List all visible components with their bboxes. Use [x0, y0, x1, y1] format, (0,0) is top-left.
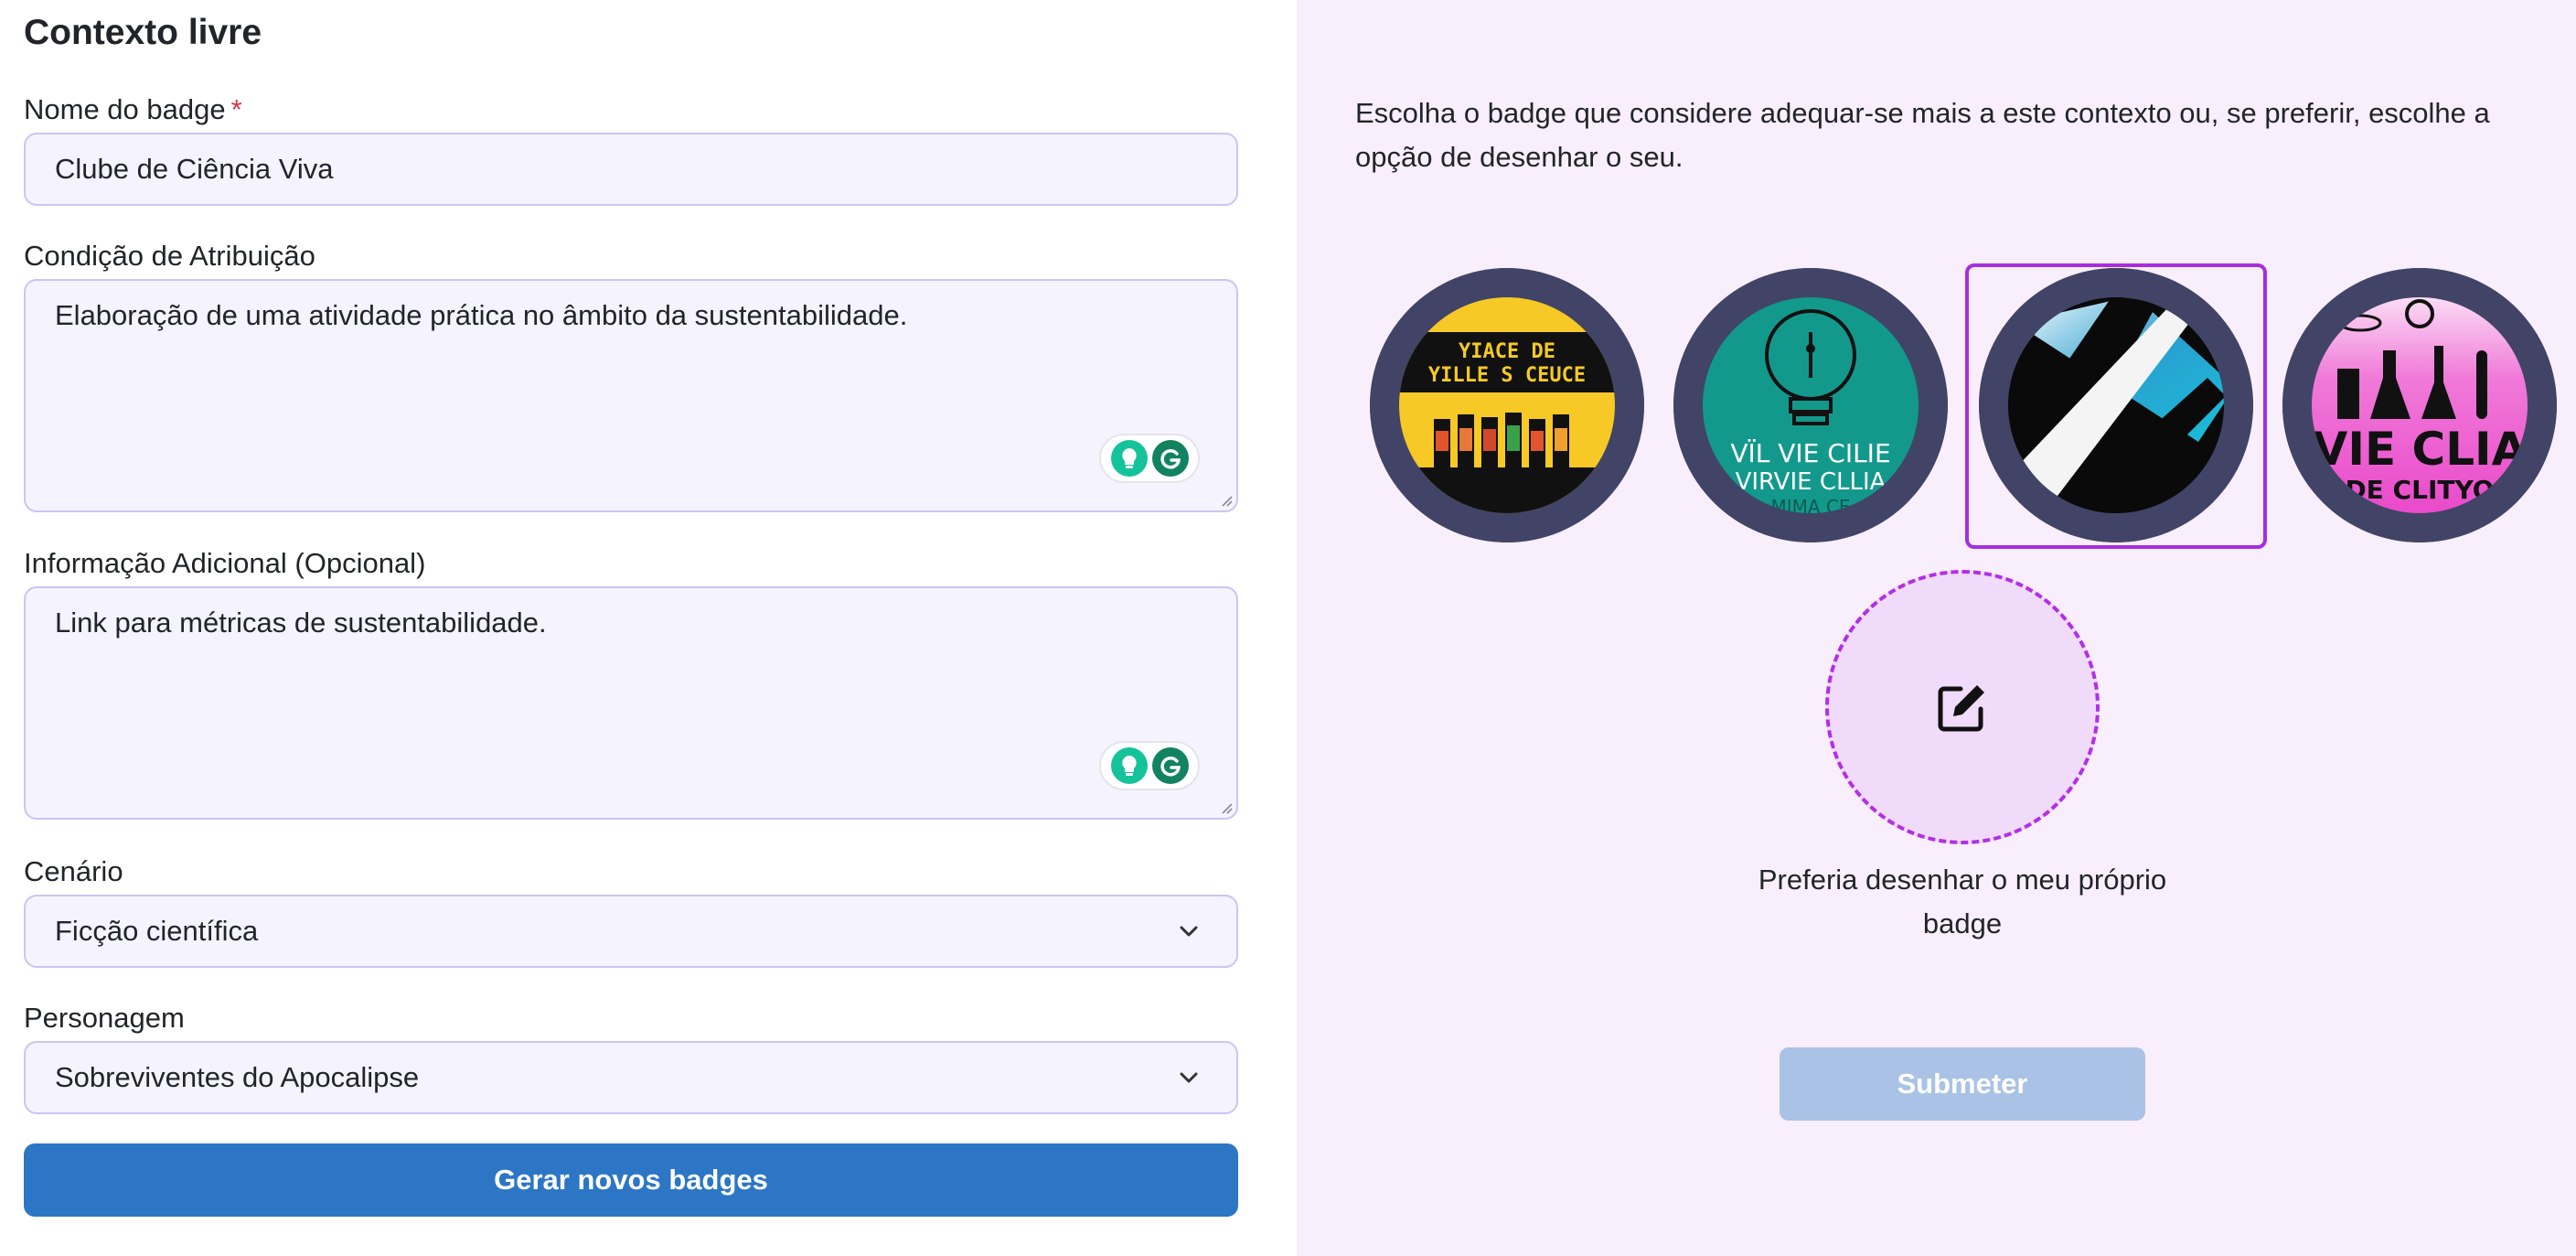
badge-chooser-panel: Escolha o badge que considere adequar-se… [1297, 0, 2576, 1256]
draw-own-badge-label: Preferia desenhar o meu próprio badge [1758, 864, 2167, 939]
badge-1-line-1: YIACE DE [1459, 340, 1555, 363]
badge-1-line-2: YILLE S CEUCE [1428, 364, 1586, 387]
character-value: Sobreviventes do Apocalipse [55, 1061, 420, 1093]
chooser-instructions: Escolha o badge que considere adequar-se… [1355, 97, 2490, 173]
badge-4-line-1: VIE CLIA [2313, 423, 2528, 476]
badge-option-2[interactable]: VÏL VIE CILIE VIRVIE CLLIA MIMA CE [1673, 268, 1948, 542]
badge-image-3 [1979, 268, 2253, 542]
submit-button[interactable]: Submeter [1780, 1047, 2145, 1121]
badge-2-line-2: VIRVIE CLLIA [1736, 468, 1887, 496]
character-label: Personagem [24, 1002, 185, 1034]
additional-info-textarea[interactable]: Link para métricas de sustentabilidade. [24, 586, 1238, 820]
bulb-icon[interactable] [1110, 440, 1148, 477]
character-select[interactable]: Sobreviventes do Apocalipse [24, 1041, 1238, 1114]
condition-textarea[interactable]: Elaboração de uma atividade prática no â… [24, 279, 1238, 512]
badge-option-3[interactable] [1979, 268, 2253, 542]
scenario-label: Cenário [24, 855, 123, 887]
badge-form: Contexto livre Nome do badge * Clube de C… [0, 0, 1297, 1256]
badge-2-line-1: VÏL VIE CILIE [1730, 438, 1890, 468]
grammarly-widget[interactable] [1099, 741, 1200, 790]
edit-icon [1938, 685, 1984, 732]
required-mark: * [230, 93, 242, 125]
condition-value: Elaboração de uma atividade prática no â… [55, 299, 908, 331]
badge-name-label: Nome do badge * [24, 93, 242, 125]
additional-info-value: Link para métricas de sustentabilidade. [55, 607, 547, 639]
badge-name-value: Clube de Ciência Viva [55, 153, 334, 185]
grammarly-icon[interactable] [1151, 440, 1189, 477]
resize-handle-icon[interactable] [1218, 492, 1233, 507]
bulb-icon[interactable] [1110, 747, 1148, 784]
resize-handle-icon[interactable] [1218, 800, 1233, 814]
badge-option-1[interactable]: YIACE DE YILLE S CEUCE [1370, 268, 1644, 542]
badge-image-2: VÏL VIE CILIE VIRVIE CLLIA MIMA CE [1673, 268, 1948, 542]
grammarly-icon[interactable] [1151, 747, 1189, 784]
badge-option-4[interactable]: VIE CLIA DE CLITYO [2282, 268, 2557, 542]
page-title: Contexto livre [24, 13, 262, 52]
chevron-down-icon [1170, 1059, 1207, 1096]
badge-image-1: YIACE DE YILLE S CEUCE [1370, 268, 1644, 542]
scenario-select[interactable]: Ficção científica [24, 895, 1238, 968]
condition-label: Condição de Atribuição [24, 240, 315, 272]
chevron-down-icon [1170, 913, 1207, 950]
additional-info-label: Informação Adicional (Opcional) [24, 547, 426, 579]
scenario-value: Ficção científica [55, 915, 259, 947]
draw-own-badge-button[interactable] [1825, 570, 2100, 844]
badge-name-input[interactable]: Clube de Ciência Viva [24, 133, 1238, 206]
badge-image-4: VIE CLIA DE CLITYO [2282, 268, 2557, 542]
grammarly-widget[interactable] [1099, 434, 1200, 483]
generate-badges-button[interactable]: Gerar novos badges [24, 1143, 1238, 1217]
